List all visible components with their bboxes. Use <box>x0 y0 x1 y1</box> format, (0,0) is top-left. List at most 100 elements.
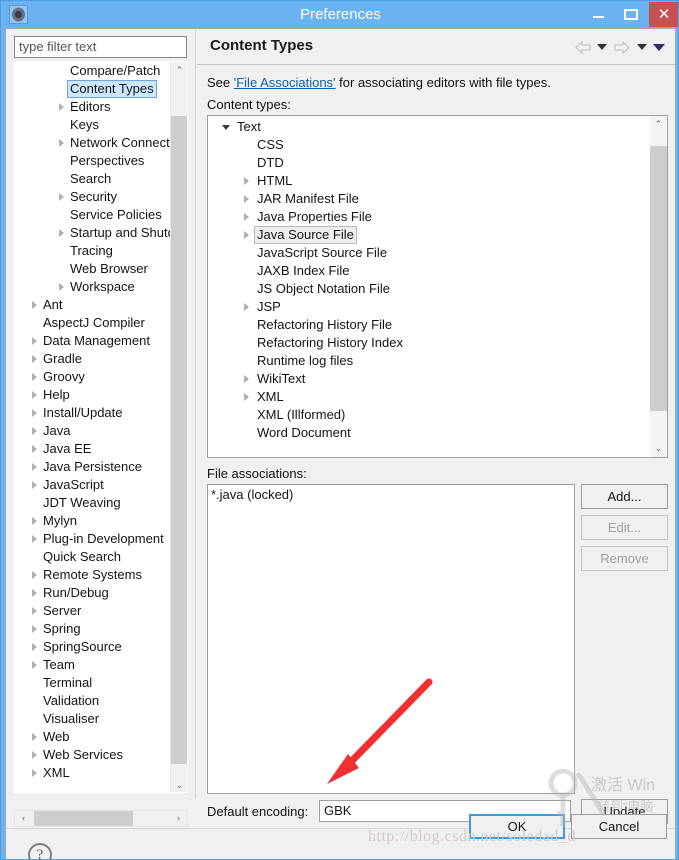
sidebar-item-server[interactable]: Server <box>15 602 171 620</box>
content-type-row[interactable]: XML <box>208 388 651 406</box>
sidebar-item-ant[interactable]: Ant <box>15 296 171 314</box>
chevron-right-icon[interactable] <box>31 354 40 364</box>
content-type-row[interactable]: DTD <box>208 154 651 172</box>
content-type-row[interactable]: JSP <box>208 298 651 316</box>
sidebar-item-jdt-weaving[interactable]: JDT Weaving <box>15 494 171 512</box>
content-type-row[interactable]: HTML <box>208 172 651 190</box>
chevron-right-icon[interactable] <box>243 374 252 384</box>
scroll-up-arrow[interactable]: ⌃ <box>171 62 187 79</box>
sidebar-item-gradle[interactable]: Gradle <box>15 350 171 368</box>
chevron-right-icon[interactable] <box>31 534 40 544</box>
chevron-right-icon[interactable] <box>31 588 40 598</box>
chevron-right-icon[interactable] <box>58 192 67 202</box>
content-type-row[interactable]: Java Properties File <box>208 208 651 226</box>
sidebar-item-java-persistence[interactable]: Java Persistence <box>15 458 171 476</box>
sidebar-horizontal-scrollbar[interactable]: ‹ › <box>14 810 188 827</box>
sidebar-item-search[interactable]: Search <box>15 170 171 188</box>
sidebar-item-java[interactable]: Java <box>15 422 171 440</box>
content-type-row[interactable]: Text <box>208 118 651 136</box>
sidebar-item-compare-patch[interactable]: Compare/Patch <box>15 62 171 80</box>
chevron-right-icon[interactable] <box>31 606 40 616</box>
scroll-down-arrow[interactable]: ⌄ <box>650 440 667 457</box>
chevron-right-icon[interactable] <box>31 390 40 400</box>
file-associations-link[interactable]: 'File Associations' <box>234 75 336 90</box>
chevron-right-icon[interactable] <box>31 372 40 382</box>
sidebar-item-security[interactable]: Security <box>15 188 171 206</box>
sidebar-item-workspace[interactable]: Workspace <box>15 278 171 296</box>
chevron-right-icon[interactable] <box>31 624 40 634</box>
content-type-row[interactable]: Java Source File <box>208 226 651 244</box>
edit-button[interactable]: Edit... <box>581 515 668 540</box>
remove-button[interactable]: Remove <box>581 546 668 571</box>
sidebar-item-startup-and-shutd[interactable]: Startup and Shutd <box>15 224 171 242</box>
chevron-right-icon[interactable] <box>31 462 40 472</box>
sidebar-item-remote-systems[interactable]: Remote Systems <box>15 566 171 584</box>
sidebar-item-web-browser[interactable]: Web Browser <box>15 260 171 278</box>
sidebar-item-java-ee[interactable]: Java EE <box>15 440 171 458</box>
chevron-right-icon[interactable] <box>31 480 40 490</box>
content-type-row[interactable]: JS Object Notation File <box>208 280 651 298</box>
sidebar-item-tracing[interactable]: Tracing <box>15 242 171 260</box>
sidebar-item-aspectj-compiler[interactable]: AspectJ Compiler <box>15 314 171 332</box>
scrollbar-thumb[interactable] <box>650 146 667 411</box>
sidebar-item-install-update[interactable]: Install/Update <box>15 404 171 422</box>
chevron-right-icon[interactable] <box>31 300 40 310</box>
cancel-button[interactable]: Cancel <box>571 814 667 839</box>
sidebar-item-team[interactable]: Team <box>15 656 171 674</box>
chevron-right-icon[interactable] <box>243 302 252 312</box>
scroll-up-arrow[interactable]: ⌃ <box>650 116 667 133</box>
content-type-row[interactable]: XML (Illformed) <box>208 406 651 424</box>
chevron-right-icon[interactable] <box>31 336 40 346</box>
chevron-right-icon[interactable] <box>243 230 252 240</box>
maximize-button[interactable] <box>616 3 646 26</box>
sidebar-item-mylyn[interactable]: Mylyn <box>15 512 171 530</box>
chevron-down-icon[interactable] <box>222 122 231 132</box>
minimize-button[interactable] <box>584 3 614 26</box>
scrollbar-thumb[interactable] <box>171 116 187 764</box>
chevron-right-icon[interactable] <box>31 426 40 436</box>
chevron-right-icon[interactable] <box>58 138 67 148</box>
sidebar-item-service-policies[interactable]: Service Policies <box>15 206 171 224</box>
sidebar-item-keys[interactable]: Keys <box>15 116 171 134</box>
sidebar-item-validation[interactable]: Validation <box>15 692 171 710</box>
sidebar-item-web-services[interactable]: Web Services <box>15 746 171 764</box>
chevron-right-icon[interactable] <box>31 642 40 652</box>
scroll-right-arrow[interactable]: › <box>170 811 187 826</box>
sidebar-item-network-connecti[interactable]: Network Connecti <box>15 134 171 152</box>
help-icon[interactable]: ? <box>28 843 52 859</box>
chevron-right-icon[interactable] <box>31 516 40 526</box>
sidebar-vertical-scrollbar[interactable]: ⌃ ⌄ <box>170 62 187 792</box>
chevron-right-icon[interactable] <box>243 194 252 204</box>
ok-button[interactable]: OK <box>469 814 565 839</box>
view-menu-icon[interactable] <box>653 44 665 53</box>
forward-history-dropdown-icon[interactable] <box>637 44 647 52</box>
sidebar-item-editors[interactable]: Editors <box>15 98 171 116</box>
sidebar-item-groovy[interactable]: Groovy <box>15 368 171 386</box>
scroll-left-arrow[interactable]: ‹ <box>15 811 32 826</box>
content-type-row[interactable]: Runtime log files <box>208 352 651 370</box>
chevron-right-icon[interactable] <box>31 768 40 778</box>
add-button[interactable]: Add... <box>581 484 668 509</box>
sidebar-item-data-management[interactable]: Data Management <box>15 332 171 350</box>
close-button[interactable]: ✕ <box>649 2 678 27</box>
chevron-right-icon[interactable] <box>31 732 40 742</box>
sidebar-item-springsource[interactable]: SpringSource <box>15 638 171 656</box>
chevron-right-icon[interactable] <box>31 660 40 670</box>
back-history-dropdown-icon[interactable] <box>597 44 607 52</box>
content-type-row[interactable]: JAR Manifest File <box>208 190 651 208</box>
sidebar-item-perspectives[interactable]: Perspectives <box>15 152 171 170</box>
content-type-row[interactable]: Refactoring History Index <box>208 334 651 352</box>
chevron-right-icon[interactable] <box>31 408 40 418</box>
back-arrow-icon[interactable] <box>575 41 591 54</box>
chevron-right-icon[interactable] <box>31 750 40 760</box>
sidebar-item-run-debug[interactable]: Run/Debug <box>15 584 171 602</box>
sidebar-item-content-types[interactable]: Content Types <box>15 80 171 98</box>
file-associations-list[interactable]: *.java (locked) <box>207 484 575 794</box>
forward-arrow-icon[interactable] <box>614 41 630 54</box>
content-types-scrollbar[interactable]: ⌃ ⌄ <box>650 116 667 457</box>
chevron-right-icon[interactable] <box>58 282 67 292</box>
content-type-row[interactable]: WikiText <box>208 370 651 388</box>
filter-input[interactable]: type filter text <box>14 36 187 58</box>
content-type-row[interactable]: Word Document <box>208 424 651 442</box>
scrollbar-thumb[interactable] <box>34 811 133 826</box>
